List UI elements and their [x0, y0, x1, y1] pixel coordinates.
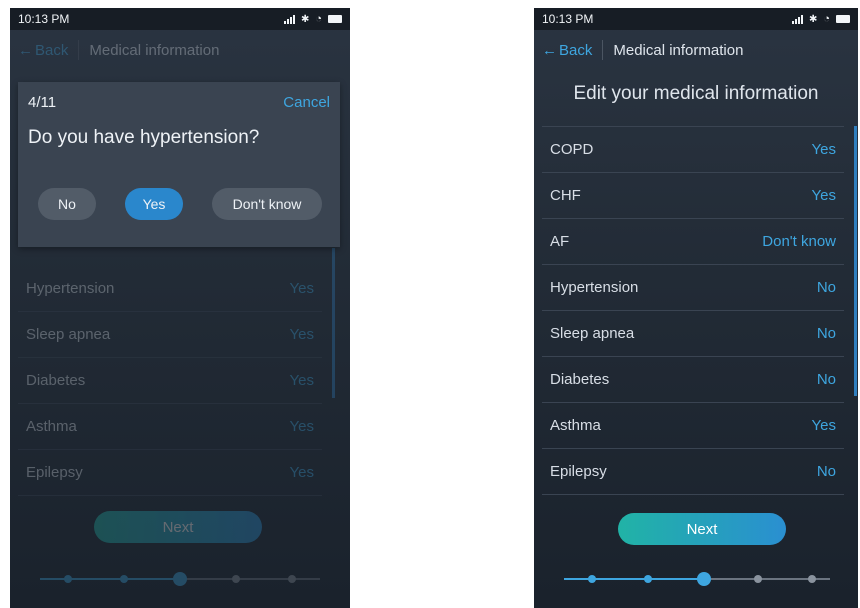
- progress-stepper: [40, 572, 320, 586]
- status-time: 10:13 PM: [542, 12, 594, 26]
- stepper-dot: [588, 575, 596, 583]
- answer-yes-button[interactable]: Yes: [125, 188, 183, 220]
- phone-screen-left: 10:13 PM ✱ ◔ ← Back Medical information …: [10, 8, 350, 608]
- back-label: Back: [559, 41, 593, 59]
- scrollbar[interactable]: [854, 126, 857, 396]
- status-time: 10:13 PM: [18, 12, 70, 26]
- condition-label: AF: [550, 233, 570, 250]
- next-button[interactable]: Next: [94, 511, 262, 543]
- list-item[interactable]: Epilepsy Yes: [18, 450, 322, 496]
- answer-options: No Yes Don't know: [38, 188, 322, 220]
- condition-value: Yes: [811, 141, 836, 158]
- condition-value: Yes: [289, 372, 314, 389]
- scrollbar[interactable]: [332, 248, 335, 398]
- list-item[interactable]: Asthma Yes: [18, 404, 322, 450]
- back-button[interactable]: ← Back: [18, 42, 68, 59]
- back-label: Back: [35, 41, 69, 59]
- list-item[interactable]: Epilepsy No: [542, 449, 844, 495]
- condition-value: No: [816, 463, 836, 480]
- condition-label: Epilepsy: [26, 464, 83, 481]
- condition-label: CHF: [550, 187, 581, 204]
- stepper-dot-current: [697, 572, 711, 586]
- back-button[interactable]: ← Back: [542, 42, 592, 59]
- condition-value: No: [816, 279, 836, 296]
- condition-value: Yes: [811, 417, 836, 434]
- bluetooth-icon: ✱: [808, 13, 818, 25]
- progress-stepper: [564, 572, 830, 586]
- condition-value: No: [816, 371, 836, 388]
- stepper-dot-current: [173, 572, 187, 586]
- condition-label: Asthma: [550, 417, 601, 434]
- nav-divider: [78, 40, 80, 60]
- condition-label: Sleep apnea: [550, 325, 635, 342]
- cancel-button[interactable]: Cancel: [283, 94, 330, 111]
- status-bar: 10:13 PM ✱ ◔: [534, 8, 858, 30]
- condition-label: COPD: [550, 141, 594, 158]
- condition-value: Yes: [289, 280, 314, 297]
- wifi-icon: ◔: [823, 13, 830, 25]
- stepper-dot: [644, 575, 652, 583]
- stepper-dot: [232, 575, 240, 583]
- nav-divider: [602, 40, 604, 60]
- wifi-icon: ◔: [315, 13, 322, 25]
- stepper-dot: [754, 575, 762, 583]
- list-item[interactable]: Sleep apnea Yes: [18, 312, 322, 358]
- list-item[interactable]: AF Don't know: [542, 219, 844, 265]
- question-progress: 4/11: [28, 94, 57, 111]
- stepper-dot: [288, 575, 296, 583]
- stepper-dot: [64, 575, 72, 583]
- stepper-dot: [808, 575, 816, 583]
- list-item[interactable]: Asthma Yes: [542, 403, 844, 449]
- condition-value: Yes: [811, 187, 836, 204]
- signal-icon: [791, 14, 803, 24]
- back-arrow-icon: ←: [542, 41, 557, 59]
- bluetooth-icon: ✱: [300, 13, 310, 25]
- condition-value: Yes: [289, 326, 314, 343]
- battery-icon: [328, 15, 342, 23]
- condition-value: Don't know: [762, 233, 836, 250]
- list-item[interactable]: COPD Yes: [542, 127, 844, 173]
- phone-screen-right: 10:13 PM ✱ ◔ ← Back Medical information …: [534, 8, 858, 608]
- condition-list: Hypertension Yes Sleep apnea Yes Diabetes Y…: [18, 266, 322, 496]
- signal-icon: [283, 14, 295, 24]
- condition-label: Hypertension: [550, 279, 639, 296]
- condition-label: Epilepsy: [550, 463, 607, 480]
- page-title: Medical information: [613, 41, 744, 59]
- list-item[interactable]: CHF Yes: [542, 173, 844, 219]
- condition-value: Yes: [289, 464, 314, 481]
- condition-label: Asthma: [26, 418, 77, 435]
- nav-bar: ← Back Medical information: [10, 30, 350, 70]
- condition-list: COPD Yes CHF Yes AF Don't know Hypertension…: [542, 126, 844, 495]
- list-item[interactable]: Diabetes Yes: [18, 358, 322, 404]
- back-arrow-icon: ←: [18, 41, 33, 59]
- condition-label: Diabetes: [26, 372, 86, 389]
- next-button[interactable]: Next: [618, 513, 786, 545]
- answer-no-button[interactable]: No: [38, 188, 96, 220]
- answer-dont-know-button[interactable]: Don't know: [212, 188, 322, 220]
- list-item[interactable]: Diabetes No: [542, 357, 844, 403]
- condition-value: Yes: [289, 418, 314, 435]
- stepper-track-remaining: [178, 578, 320, 580]
- stepper-track-done: [40, 578, 178, 580]
- condition-value: No: [816, 325, 836, 342]
- list-item[interactable]: Hypertension No: [542, 265, 844, 311]
- nav-bar: ← Back Medical information: [534, 30, 858, 70]
- status-bar: 10:13 PM ✱ ◔: [10, 8, 350, 30]
- stepper-track-done: [564, 578, 702, 580]
- list-item[interactable]: Sleep apnea No: [542, 311, 844, 357]
- condition-label: Diabetes: [550, 371, 610, 388]
- background-content: ← Back Medical information Hypertension Y…: [10, 30, 350, 586]
- condition-label: Sleep apnea: [26, 326, 111, 343]
- condition-label: Hypertension: [26, 280, 115, 297]
- question-text: Do you have hypertension?: [28, 127, 260, 148]
- stepper-dot: [120, 575, 128, 583]
- question-dialog: 4/11 Cancel Do you have hypertension? No…: [18, 82, 340, 247]
- list-item[interactable]: Hypertension Yes: [18, 266, 322, 312]
- page-title: Medical information: [89, 41, 220, 59]
- battery-icon: [836, 15, 850, 23]
- section-heading: Edit your medical information: [573, 83, 819, 104]
